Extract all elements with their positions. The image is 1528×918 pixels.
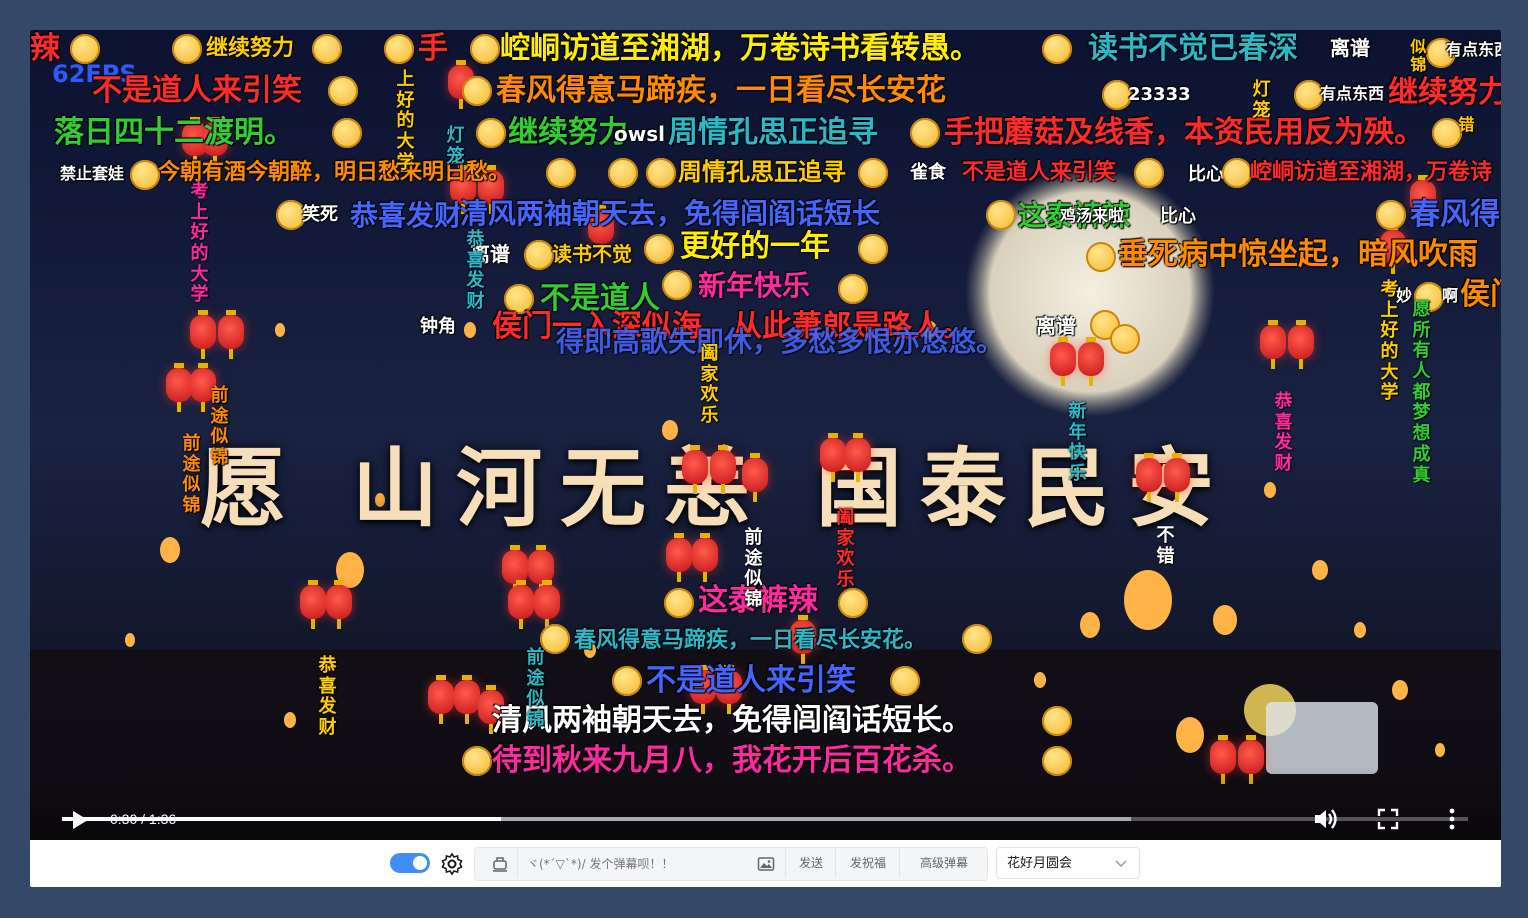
danmaku-toggle[interactable] xyxy=(390,853,430,873)
danmaku-input-wrap: 发送 发祝福 高级弹幕 xyxy=(474,847,988,881)
video-area[interactable]: 愿 山河无恙 国泰民安 辣 继续努力 手 崆峒访道至湘湖，万卷诗书看转愚。 读书… xyxy=(30,30,1501,840)
advanced-danmaku-button[interactable]: 高级弹幕 xyxy=(899,848,988,878)
player-frame: 愿 山河无恙 国泰民安 辣 继续努力 手 崆峒访道至湘湖，万卷诗书看转愚。 读书… xyxy=(30,30,1501,887)
player-controls: 0:30 / 1:36 xyxy=(30,765,1501,840)
progress-played xyxy=(62,817,502,821)
event-select[interactable]: 花好月圆会 xyxy=(996,847,1140,879)
chevron-down-icon xyxy=(1115,860,1127,868)
danmaku-input[interactable] xyxy=(525,848,749,880)
progress-bar[interactable] xyxy=(62,817,1468,821)
send-button[interactable]: 发送 xyxy=(785,848,836,878)
danmaku-style-icon[interactable] xyxy=(491,855,509,873)
send-blessing-button[interactable]: 发祝福 xyxy=(835,848,900,878)
gear-icon[interactable] xyxy=(440,852,464,876)
event-select-value: 花好月圆会 xyxy=(1007,856,1073,871)
danmaku-send-bar: 发送 发祝福 高级弹幕 花好月圆会 xyxy=(30,840,1501,887)
divider xyxy=(517,848,518,878)
image-icon[interactable] xyxy=(757,855,775,873)
